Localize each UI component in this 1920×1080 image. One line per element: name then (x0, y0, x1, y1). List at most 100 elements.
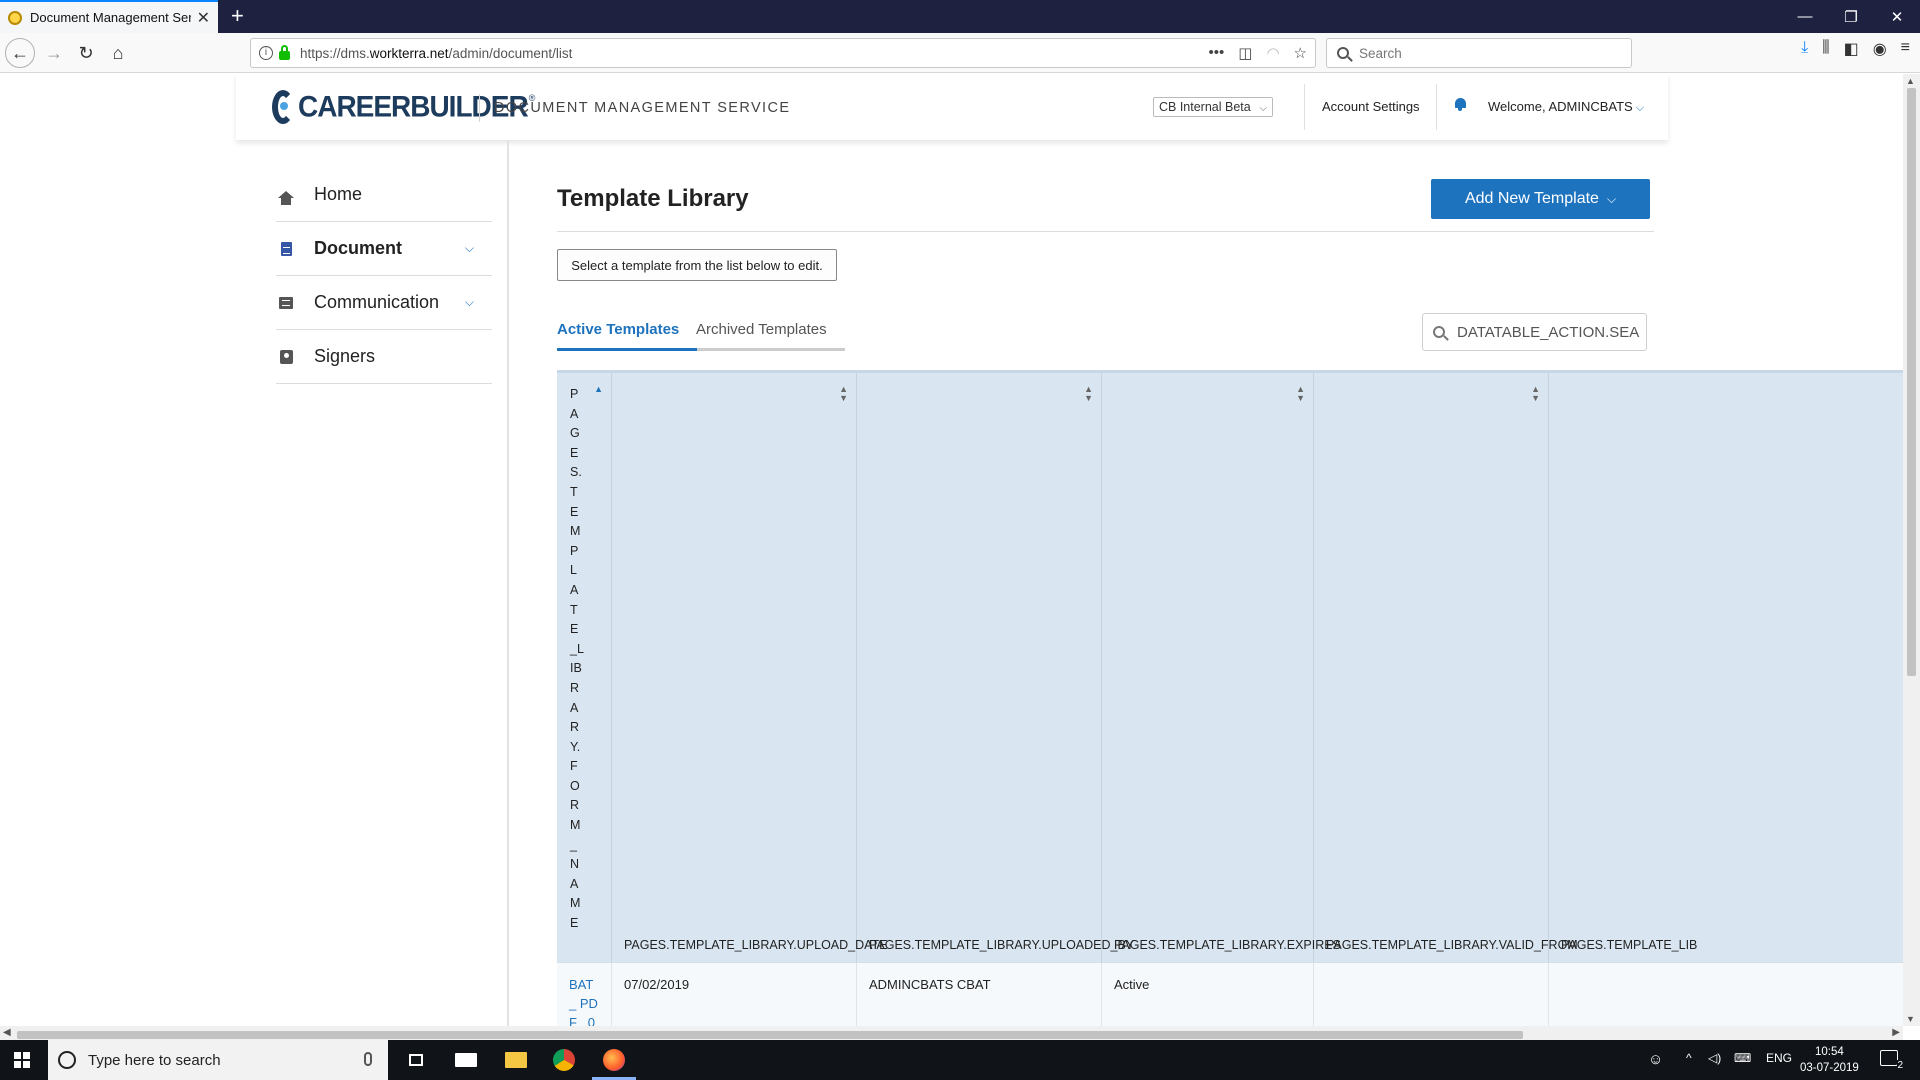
sidebar-item-home[interactable]: Home (276, 168, 492, 222)
system-clock[interactable]: 10:54 03-07-2019 (1800, 1044, 1859, 1076)
show-hidden-icons-icon[interactable]: ^ (1686, 1051, 1692, 1065)
downloads-icon[interactable]: ⤓ (1801, 39, 1808, 59)
app-header: CAREERBUILDER ® DOCUMENT MANAGEMENT SERV… (236, 74, 1668, 140)
sidebar-nav: Home Document ⌵ Communication ⌵ Signers (276, 168, 492, 384)
volume-icon[interactable]: ◁) (1708, 1051, 1721, 1065)
tab-title: Document Management Servic (30, 10, 191, 25)
windows-taskbar: Type here to search ☺ ^ ◁) ⌨ ENG 10:54 03… (0, 1040, 1920, 1080)
header-divider (479, 94, 480, 122)
mail-icon[interactable] (452, 1046, 480, 1074)
search-icon (1433, 326, 1445, 338)
tab-archived-templates[interactable]: Archived Templates (696, 321, 827, 338)
environment-select[interactable]: CB Internal Beta ⌵ (1153, 97, 1273, 117)
scroll-left-icon[interactable]: ◀ (3, 1027, 11, 1038)
reload-button[interactable]: ↻ (72, 39, 100, 67)
app-title: DOCUMENT MANAGEMENT SERVICE (494, 100, 791, 116)
home-icon (276, 191, 296, 205)
chrome-icon[interactable] (550, 1046, 578, 1074)
templates-table: PAGES.TEMPLATE_LIBRARY.FORM_NAME ▲ ▲ ▼ PA… (557, 370, 1903, 1026)
scroll-up-icon[interactable]: ▲ (1906, 76, 1915, 86)
active-tab-indicator (557, 348, 697, 351)
vertical-scrollbar[interactable]: ▲ ▼ (1903, 74, 1920, 1026)
column-header-upload-date[interactable]: ▲ ▼ PAGES.TEMPLATE_LIBRARY.UPLOAD_DATE (612, 373, 888, 962)
account-icon[interactable]: ◉ (1873, 39, 1887, 59)
sidebar-divider (507, 140, 509, 1026)
vertical-scroll-thumb[interactable] (1907, 88, 1916, 676)
taskbar-search-input[interactable]: Type here to search (48, 1040, 388, 1080)
windows-start-icon[interactable] (14, 1052, 30, 1068)
url-text[interactable]: https://dms.workterra.net/admin/document… (300, 46, 572, 61)
cell-extra (1549, 963, 1903, 1026)
account-settings-link[interactable]: Account Settings (1322, 99, 1420, 114)
horizontal-scroll-thumb[interactable] (17, 1031, 1523, 1039)
sidebar-toggle-icon[interactable]: ◧ (1844, 39, 1859, 59)
cell-valid-from (1314, 963, 1549, 1026)
home-button[interactable]: ⌂ (104, 39, 132, 67)
task-view-icon[interactable] (402, 1046, 430, 1074)
document-icon (276, 241, 296, 256)
action-center-icon[interactable]: 2 (1880, 1050, 1903, 1071)
microphone-icon[interactable] (364, 1052, 372, 1066)
sort-icon[interactable]: ▲ ▼ (1084, 385, 1093, 403)
scroll-down-icon[interactable]: ▼ (1906, 1014, 1915, 1024)
site-info-icon[interactable]: i (259, 46, 273, 60)
reader-icon[interactable]: ◠ (1266, 44, 1279, 62)
comment-icon (276, 296, 296, 309)
sort-ascending-icon[interactable]: ▲ (594, 385, 603, 394)
tab-active-templates[interactable]: Active Templates (557, 321, 679, 338)
instruction-box: Select a template from the list below to… (557, 249, 837, 281)
signer-icon (276, 349, 296, 364)
minimize-window-button[interactable]: — (1782, 0, 1828, 33)
browser-tab-active[interactable]: Document Management Servic ✕ (0, 0, 218, 33)
restore-window-button[interactable]: ❐ (1828, 0, 1874, 33)
url-bar[interactable]: i https://dms.workterra.net/admin/docume… (250, 38, 1316, 68)
sidebar-item-signers[interactable]: Signers (276, 330, 492, 384)
notification-bell-icon[interactable] (1454, 98, 1466, 111)
chevron-down-icon: ⌵ (1635, 102, 1645, 114)
sort-icon[interactable]: ▲ ▼ (1296, 385, 1305, 403)
column-header-uploaded-by[interactable]: ▲ ▼ PAGES.TEMPLATE_LIBRARY.UPLOADED_BY (857, 373, 1134, 962)
title-divider (557, 231, 1654, 232)
forward-button[interactable]: → (40, 39, 68, 67)
add-new-template-button[interactable]: Add New Template ⌵ (1431, 179, 1650, 219)
close-window-button[interactable]: ✕ (1874, 0, 1920, 33)
column-header-valid-from[interactable]: ▲ ▼ PAGES.TEMPLATE_LIBRARY.VALID_FROM (1314, 373, 1578, 962)
secure-lock-icon[interactable] (279, 44, 290, 60)
table-header: PAGES.TEMPLATE_LIBRARY.FORM_NAME ▲ ▲ ▼ PA… (557, 370, 1903, 962)
sort-icon[interactable]: ▲ ▼ (1531, 385, 1540, 403)
cell-expires: Active (1102, 963, 1314, 1026)
search-icon (1337, 47, 1349, 59)
scroll-right-icon[interactable]: ▶ (1892, 1027, 1900, 1038)
page-viewport: CAREERBUILDER ® DOCUMENT MANAGEMENT SERV… (0, 74, 1903, 1026)
firefox-icon[interactable] (600, 1046, 628, 1074)
file-explorer-icon[interactable] (502, 1046, 530, 1074)
chevron-down-icon[interactable]: ⌵ (465, 241, 474, 256)
sidebar-item-communication[interactable]: Communication ⌵ (276, 276, 492, 330)
sort-icon[interactable]: ▲ ▼ (839, 385, 848, 403)
table-row[interactable]: BAT_ PDF _070 07/02/2019 ADMINCBATS CBAT… (557, 962, 1903, 1026)
menu-icon[interactable]: ≡ (1901, 39, 1910, 59)
keyboard-icon[interactable]: ⌨ (1734, 1051, 1751, 1065)
back-button[interactable]: ← (5, 38, 35, 68)
sidebar-item-document[interactable]: Document ⌵ (276, 222, 492, 276)
column-header-expires[interactable]: ▲ ▼ PAGES.TEMPLATE_LIBRARY.EXPIRES (1102, 373, 1341, 962)
page-title: Template Library (557, 185, 749, 212)
people-icon[interactable]: ☺ (1648, 1051, 1663, 1068)
table-search-input[interactable]: DATATABLE_ACTION.SEA (1422, 313, 1647, 351)
user-menu[interactable]: Welcome, ADMINCBATS ⌵ (1488, 99, 1644, 115)
column-header-form-name[interactable]: PAGES.TEMPLATE_LIBRARY.FORM_NAME ▲ (557, 373, 612, 962)
form-name-link[interactable]: BAT_ PDF _070 (557, 963, 612, 1026)
cell-uploaded-by: ADMINCBATS CBAT (857, 963, 1102, 1026)
browser-search-input[interactable]: Search (1326, 38, 1632, 68)
chevron-down-icon[interactable]: ⌵ (465, 295, 474, 310)
page-actions-icon[interactable]: ••• (1209, 44, 1225, 62)
language-indicator[interactable]: ENG (1766, 1051, 1792, 1065)
library-icon[interactable]: ⫼ (1822, 39, 1829, 59)
template-tabs: Active Templates Archived Templates (557, 321, 845, 351)
chevron-down-icon: ⌵ (1606, 191, 1617, 206)
new-tab-button[interactable]: + (231, 4, 244, 28)
column-header-extra[interactable]: PAGES.TEMPLATE_LIB (1549, 373, 1903, 962)
bookmark-star-icon[interactable]: ☆ (1294, 44, 1307, 62)
close-tab-icon[interactable]: ✕ (197, 8, 210, 28)
pocket-icon[interactable]: ◫ (1238, 44, 1252, 62)
